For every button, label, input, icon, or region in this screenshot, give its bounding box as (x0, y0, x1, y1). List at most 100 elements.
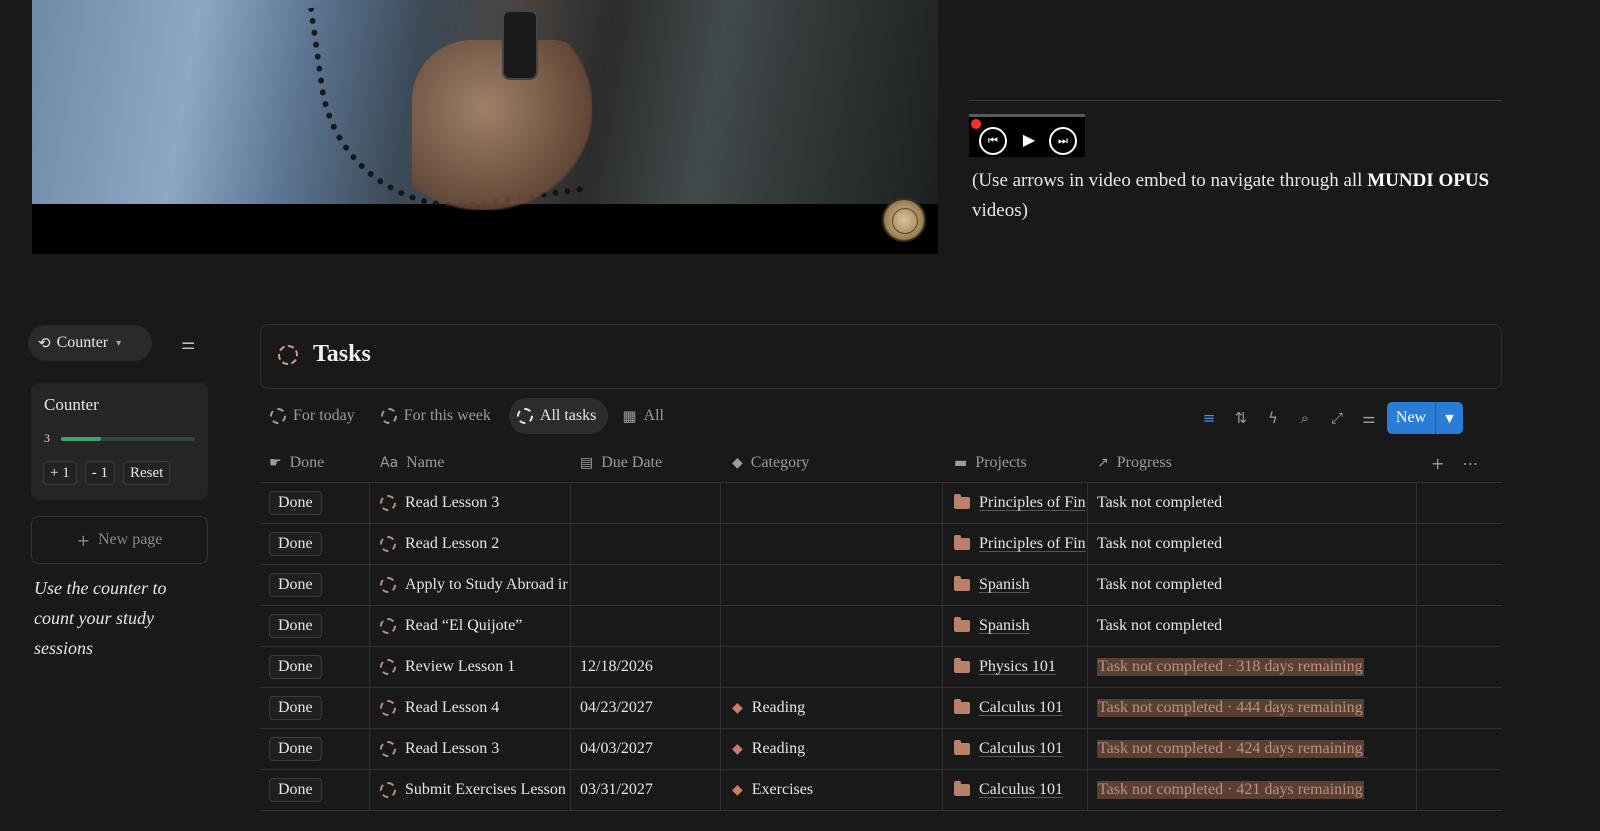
progress-text: Task not completed · 318 days remaining (1097, 658, 1364, 676)
project-cell[interactable]: Physics 101 (943, 647, 1088, 687)
done-button[interactable]: Done (269, 778, 322, 802)
previous-track-icon[interactable]: ⏮ (979, 127, 1007, 155)
increment-button[interactable]: + 1 (43, 461, 77, 485)
project-cell[interactable]: Spanish (943, 565, 1088, 605)
category-cell[interactable] (721, 565, 943, 605)
name-cell[interactable]: Read Lesson 2 (370, 524, 571, 564)
tab-for-today[interactable]: For today (262, 398, 367, 434)
divider (969, 100, 1502, 101)
add-property-icon[interactable]: + (1431, 454, 1444, 473)
progress-text: Task not completed (1097, 576, 1223, 593)
done-cell: Done (260, 688, 370, 728)
reset-button[interactable]: Reset (122, 461, 171, 485)
column-header-name[interactable]: Aa Name (370, 444, 571, 482)
decrement-button[interactable]: - 1 (84, 461, 115, 485)
name-cell[interactable]: Apply to Study Abroad ir (370, 565, 571, 605)
expand-icon[interactable]: ⤢ (1327, 409, 1347, 427)
project-cell[interactable]: Spanish (943, 606, 1088, 646)
due-date-cell[interactable] (571, 524, 721, 564)
chevron-down-icon[interactable]: ▼ (1436, 412, 1463, 425)
column-label: Done (289, 454, 325, 471)
tab-all[interactable]: ▦ All (614, 398, 676, 434)
play-icon[interactable]: ▶ (1021, 127, 1037, 153)
tab-for-this-week[interactable]: For this week (373, 398, 503, 434)
table-row[interactable]: Done Submit Exercises Lesson 03/31/2027 ◆ Ex… (260, 770, 1502, 811)
project-link[interactable]: Spanish (979, 576, 1030, 594)
automation-lightning-icon[interactable]: ϟ (1263, 409, 1283, 427)
done-button[interactable]: Done (269, 491, 322, 515)
category-cell[interactable] (721, 647, 943, 687)
tab-all-tasks[interactable]: All tasks (508, 398, 609, 434)
due-date-cell[interactable]: 04/03/2027 (571, 729, 721, 769)
name-cell[interactable]: Read “El Quijote” (370, 606, 571, 646)
video-embed[interactable] (32, 0, 938, 254)
table-row[interactable]: Done Apply to Study Abroad ir Spanish Task … (260, 565, 1502, 606)
column-actions: + ⋯ (1417, 444, 1502, 482)
embed-note-brand: MUNDI OPUS (1367, 170, 1490, 191)
column-header-projects[interactable]: ▬ Projects (943, 444, 1088, 482)
table-row[interactable]: Done Read Lesson 3 04/03/2027 ◆ Reading Calcu… (260, 729, 1502, 770)
name-cell[interactable]: Read Lesson 3 (370, 483, 571, 523)
project-link[interactable]: Principles of Fin (979, 535, 1086, 553)
project-link[interactable]: Calculus 101 (979, 740, 1063, 758)
category-cell[interactable]: ◆ Reading (721, 729, 943, 769)
done-button[interactable]: Done (269, 696, 322, 720)
new-page-button[interactable]: + New page (31, 516, 208, 564)
project-link[interactable]: Physics 101 (979, 658, 1056, 676)
more-options-icon[interactable]: ⋯ (1462, 454, 1478, 473)
name-cell[interactable]: Read Lesson 3 (370, 729, 571, 769)
next-track-icon[interactable]: ⏭ (1049, 127, 1077, 155)
done-button[interactable]: Done (269, 532, 322, 556)
filter-icon[interactable]: ≡ (1199, 409, 1219, 427)
column-header-done[interactable]: ☛ Done (260, 444, 370, 482)
project-cell[interactable]: Calculus 101 (943, 729, 1088, 769)
sort-icon[interactable]: ⇅ (1231, 409, 1251, 427)
done-cell: Done (260, 729, 370, 769)
due-date-cell[interactable] (571, 483, 721, 523)
column-header-category[interactable]: ◆ Category (721, 444, 943, 482)
settings-sliders-icon[interactable]: ⚌ (181, 334, 195, 353)
project-link[interactable]: Principles of Fin (979, 494, 1086, 512)
name-cell[interactable]: Submit Exercises Lesson (370, 770, 571, 810)
project-link[interactable]: Calculus 101 (979, 699, 1063, 717)
table-row[interactable]: Done Review Lesson 1 12/18/2026 Physics 101… (260, 647, 1502, 688)
refresh-icon: ⟲ (38, 334, 51, 352)
project-cell[interactable]: Principles of Fin (943, 483, 1088, 523)
due-date-cell[interactable]: 03/31/2027 (571, 770, 721, 810)
name-cell[interactable]: Review Lesson 1 (370, 647, 571, 687)
column-header-due-date[interactable]: ▤ Due Date (571, 444, 721, 482)
settings-sliders-icon[interactable]: ⚌ (1359, 409, 1379, 427)
category-cell[interactable]: ◆ Reading (721, 688, 943, 728)
category-cell[interactable] (721, 483, 943, 523)
new-button[interactable]: New ▼ (1387, 402, 1463, 434)
due-date-cell[interactable] (571, 606, 721, 646)
project-link[interactable]: Calculus 101 (979, 781, 1063, 799)
due-date-cell[interactable] (571, 565, 721, 605)
tasks-title[interactable]: Tasks (313, 341, 371, 368)
category-cell[interactable] (721, 606, 943, 646)
name-cell[interactable]: Read Lesson 4 (370, 688, 571, 728)
embed-note-prefix: (Use arrows in video embed to navigate t… (972, 170, 1368, 191)
project-cell[interactable]: Calculus 101 (943, 770, 1088, 810)
project-link[interactable]: Spanish (979, 617, 1030, 635)
table-row[interactable]: Done Read “El Quijote” Spanish Task not com… (260, 606, 1502, 647)
table-row[interactable]: Done Read Lesson 2 Principles of Fin Task n… (260, 524, 1502, 565)
audio-player-embed[interactable]: ⏮ ▶ ⏭ (969, 114, 1085, 157)
counter-view-selector[interactable]: ⟲ Counter ▾ (28, 325, 152, 361)
project-cell[interactable]: Calculus 101 (943, 688, 1088, 728)
table-row[interactable]: Done Read Lesson 3 Principles of Fin Task n… (260, 483, 1502, 524)
search-icon[interactable]: ⌕ (1295, 409, 1315, 427)
record-indicator-icon (971, 119, 981, 129)
project-cell[interactable]: Principles of Fin (943, 524, 1088, 564)
table-row[interactable]: Done Read Lesson 4 04/23/2027 ◆ Reading Calcu… (260, 688, 1502, 729)
done-button[interactable]: Done (269, 737, 322, 761)
category-cell[interactable]: ◆ Exercises (721, 770, 943, 810)
column-header-progress[interactable]: ↗ Progress (1088, 444, 1417, 482)
column-label: Progress (1116, 454, 1172, 471)
done-button[interactable]: Done (269, 573, 322, 597)
done-button[interactable]: Done (269, 614, 322, 638)
due-date-cell[interactable]: 12/18/2026 (571, 647, 721, 687)
category-cell[interactable] (721, 524, 943, 564)
done-button[interactable]: Done (269, 655, 322, 679)
due-date-cell[interactable]: 04/23/2027 (571, 688, 721, 728)
